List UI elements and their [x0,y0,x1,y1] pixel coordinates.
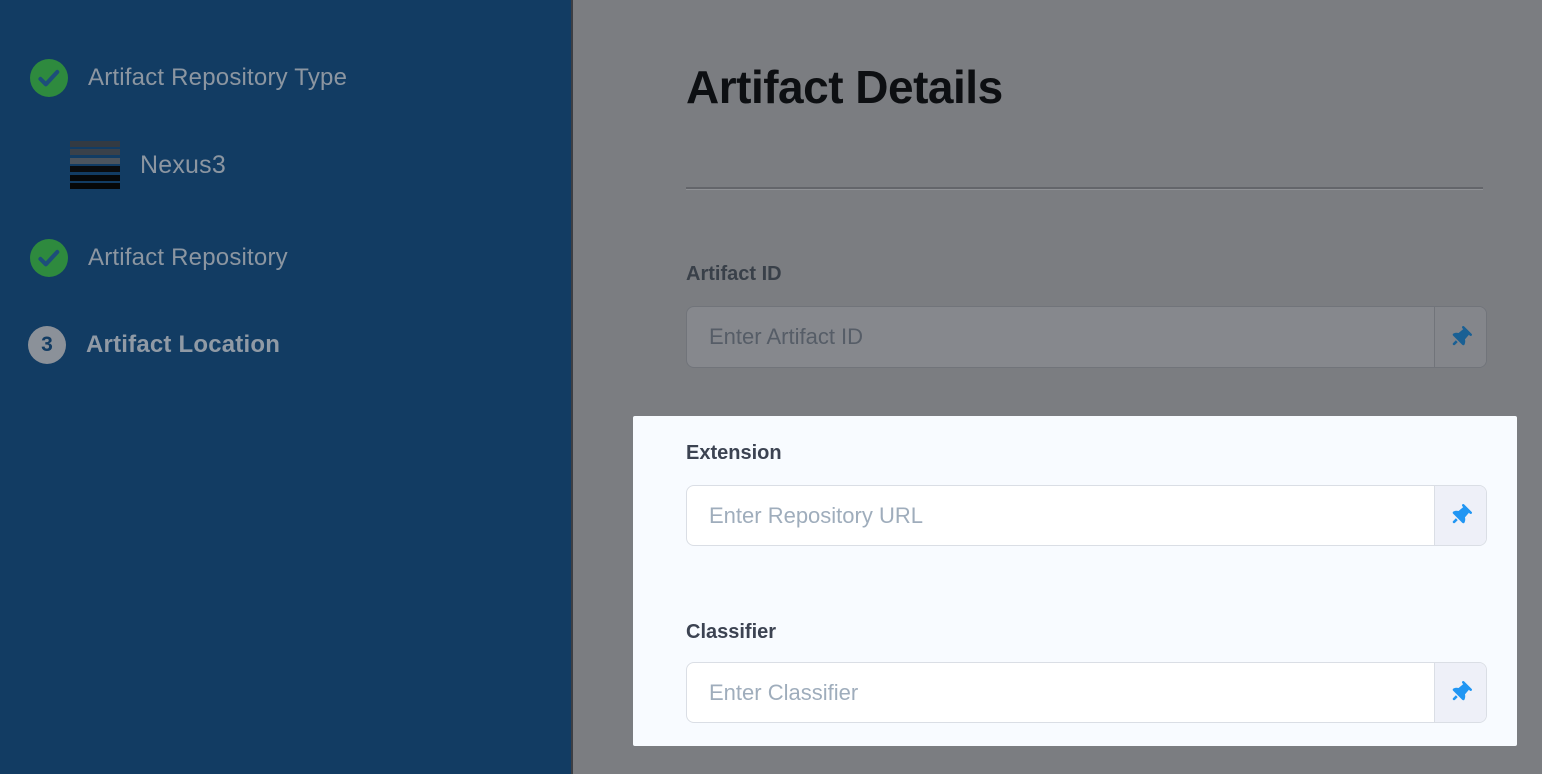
extension-pin-button[interactable] [1434,486,1486,545]
extension-input-group [686,485,1487,546]
artifact-id-label: Artifact ID [686,263,782,286]
step-label: Artifact Location [86,331,280,359]
step-artifact-repository[interactable]: Artifact Repository [30,239,288,277]
artifact-id-pin-button[interactable] [1434,307,1486,367]
wizard-sidebar: Artifact Repository Type Nexus3 Artifact… [0,0,573,774]
step-artifact-repository-type[interactable]: Artifact Repository Type [30,59,347,97]
extension-input[interactable] [687,486,1434,545]
section-divider [686,187,1483,190]
pushpin-icon [1446,501,1476,531]
nexus3-logo-icon [70,141,120,189]
check-circle-icon [30,59,68,97]
artifact-wizard-screen: Artifact Repository Type Nexus3 Artifact… [0,0,1542,774]
classifier-pin-button[interactable] [1434,663,1486,722]
step-artifact-location[interactable]: 3 Artifact Location [28,326,280,364]
classifier-input[interactable] [687,663,1434,722]
pushpin-icon [1446,678,1476,708]
main-content-dimmed: Artifact Details Artifact ID Extension [575,0,1542,774]
step-label: Artifact Repository [88,244,288,272]
selected-repo-type-item[interactable]: Nexus3 [70,141,226,189]
classifier-label: Classifier [686,621,776,644]
artifact-id-input[interactable] [687,307,1434,367]
pushpin-icon [1446,322,1476,352]
tour-spotlight-panel: Extension Classifier [633,416,1517,746]
step-number-badge: 3 [28,326,66,364]
repo-type-label: Nexus3 [140,151,226,180]
step-label: Artifact Repository Type [88,64,347,92]
page-title: Artifact Details [686,60,1003,114]
extension-label: Extension [686,442,782,465]
check-circle-icon [30,239,68,277]
artifact-id-input-group [686,306,1487,368]
classifier-input-group [686,662,1487,723]
